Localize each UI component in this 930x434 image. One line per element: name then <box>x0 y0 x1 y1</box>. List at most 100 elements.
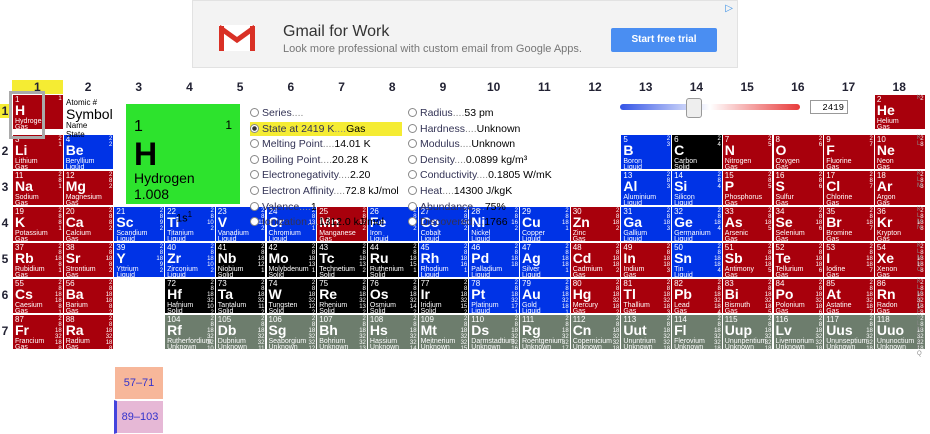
element-i[interactable]: 53 I Iodine Gas 2 8 18 18 7 <box>823 242 875 278</box>
element-zr[interactable]: 40 Zr Zirconium Liquid 2 8 18 10 2 <box>164 242 216 278</box>
property-abundance[interactable]: Abundance....75% <box>408 200 506 214</box>
element-hg[interactable]: 80 Hg Mercury Gas 2 8 18 32 18 2 <box>569 278 622 314</box>
element-be[interactable]: 4 Be Beryllium Liquid 2 2 <box>62 134 115 170</box>
element-lv[interactable]: 116LvLivermoriumUnknown2 8 18 32 32 18 6 <box>772 314 825 350</box>
element-uus[interactable]: 117 Uus Ununseptium Unknown 2 8 18 32 32 18 … <box>823 314 875 350</box>
element-s[interactable]: 16 S Sulfur Gas 2 8 6 <box>772 170 825 206</box>
temperature-slider-handle[interactable] <box>686 98 702 118</box>
element-fl[interactable]: 114FlFleroviumUnknown2 8 18 32 32 18 4 <box>671 314 723 350</box>
group-header-18[interactable]: 18 <box>874 80 925 94</box>
property-radio[interactable] <box>408 170 417 180</box>
property-conductivity[interactable]: Conductivity....0.1805 W/mK <box>408 168 552 182</box>
property-series[interactable]: Series.... <box>250 106 303 120</box>
property-radio[interactable] <box>408 108 417 117</box>
element-cu[interactable]: 29 Cu Copper Liquid 2 8 18 1 <box>519 206 571 242</box>
element-po[interactable]: 84 Po Polonium Gas 2 8 18 32 18 6 <box>772 278 825 314</box>
element-br[interactable]: 35 Br Bromine Gas 2 8 18 7 <box>823 206 875 242</box>
property-state-at-k[interactable]: State at 2419 K....Gas <box>250 121 402 136</box>
element-c[interactable]: 6 C Carbon Solid 2 4 <box>671 134 723 170</box>
element-re[interactable]: 75 Re Rhenium Solid 2 8 18 32 13 2 <box>316 278 368 314</box>
group-header-7[interactable]: 7 <box>316 80 367 94</box>
element-sb[interactable]: 51 Sb Antimony Gas 2 8 18 18 5 <box>721 242 774 278</box>
property-radio[interactable] <box>408 186 417 195</box>
property-radius[interactable]: Radius....53 pm <box>408 106 494 120</box>
element-se[interactable]: 34 Se Selenium Gas 2 8 18 6 <box>772 206 825 242</box>
property-ionization[interactable]: Ionization....1312.0 kJ/mol <box>250 215 384 229</box>
element-hf[interactable]: 72 Hf Hafnium Solid 2 8 18 32 10 2 <box>164 278 216 314</box>
element-uup[interactable]: 115 Uup Ununpentium Unknown 2 8 18 32 32 18 … <box>721 314 774 350</box>
element-os[interactable]: 76 Os Osmium Solid 2 8 18 32 14 2 <box>366 278 419 314</box>
element-na[interactable]: 11 Na Sodium Gas 2 8 1 <box>12 170 64 206</box>
element-rb[interactable]: 37 Rb Rubidium Gas 2 8 18 8 1 <box>12 242 64 278</box>
actinide-series[interactable]: 89–103 <box>114 400 164 434</box>
element-fr[interactable]: 87FrFranciumGas2 8 18 32 18 8 1 <box>12 314 64 350</box>
property-boiling-point[interactable]: Boiling Point....20.28 K <box>250 153 368 167</box>
element-ra[interactable]: 88RaRadiumGas2 8 18 32 18 8 2 <box>62 314 115 350</box>
element-mg[interactable]: 12 Mg Magnesium Gas 2 8 2 <box>62 170 115 206</box>
property-radio[interactable] <box>250 217 259 227</box>
property-radio[interactable] <box>408 139 417 149</box>
element-hs[interactable]: 108HsHassiumUnknown2 8 18 32 32 14 2 <box>366 314 419 350</box>
element-o[interactable]: 8 O Oxygen Gas 2 6 <box>772 134 825 170</box>
adchoices-icon[interactable]: ▷ <box>725 3 733 14</box>
element-al[interactable]: 13 Al Aluminium Liquid 2 8 3 <box>620 170 673 206</box>
group-header-16[interactable]: 16 <box>773 80 824 94</box>
element-uut[interactable]: 113UutUnuntriumUnknown2 8 18 32 32 18 3 <box>620 314 673 350</box>
group-header-17[interactable]: 17 <box>823 80 874 94</box>
property-radio[interactable] <box>408 201 417 211</box>
element-at[interactable]: 85 At Astatine Gas 2 8 18 32 18 7 <box>823 278 875 314</box>
element-cd[interactable]: 48 Cd Cadmium Gas 2 8 18 18 2 <box>569 242 622 278</box>
element-ge[interactable]: 32 Ge Germanium Liquid 2 8 18 4 <box>671 206 723 242</box>
period-header-6[interactable]: 6 <box>0 288 10 302</box>
property-density[interactable]: Density....0.0899 kg/m³ <box>408 153 527 167</box>
element-ir[interactable]: 77 Ir Iridium Solid 2 8 18 32 15 2 <box>417 278 470 314</box>
element-bh[interactable]: 107BhBohriumUnknown2 8 18 32 32 13 2 <box>316 314 368 350</box>
start-free-trial-button[interactable]: Start free trial <box>611 28 717 52</box>
property-electron-affinity[interactable]: Electron Affinity....72.8 kJ/mol <box>250 184 399 198</box>
ad-banner[interactable]: Gmail for Work Look more professional wi… <box>192 0 738 68</box>
group-header-8[interactable]: 8 <box>367 80 418 94</box>
property-electronegativity[interactable]: Electronegativity....2.20 <box>250 168 370 182</box>
element-w[interactable]: 74 W Tungsten Solid 2 8 18 32 12 2 <box>265 278 318 314</box>
element-ds[interactable]: 110 Ds Darmstadtium Unknown 2 8 18 32 32 16 … <box>468 314 520 350</box>
element-au[interactable]: 79 Au Gold Liquid 2 8 18 32 18 1 <box>519 278 571 314</box>
element-sc[interactable]: 21 Sc Scandium Liquid 2 8 9 2 <box>113 206 166 242</box>
property-radio[interactable] <box>250 170 259 180</box>
property-radio[interactable] <box>250 186 259 195</box>
element-zn[interactable]: 30 Zn Zinc Gas 2 8 18 2 <box>569 206 622 242</box>
element-tc[interactable]: 43 Tc Technetium Solid 2 8 18 13 2 <box>316 242 368 278</box>
element-nb[interactable]: 41 Nb Niobium Solid 2 8 18 12 1 <box>214 242 267 278</box>
group-header-9[interactable]: 9 <box>418 80 469 94</box>
group-header-5[interactable]: 5 <box>215 80 266 94</box>
element-pb[interactable]: 82 Pb Lead Gas 2 8 18 32 18 4 <box>671 278 723 314</box>
element-ba[interactable]: 56 Ba Barium Gas 2 8 18 18 8 2 <box>62 278 115 314</box>
property-radio[interactable] <box>250 108 259 117</box>
group-header-6[interactable]: 6 <box>266 80 317 94</box>
property-radio[interactable] <box>250 123 259 133</box>
group-header-4[interactable]: 4 <box>164 80 215 94</box>
element-f[interactable]: 9 F Fluorine Gas 2 7 <box>823 134 875 170</box>
element-ru[interactable]: 44 Ru Ruthenium Solid 2 8 18 15 1 <box>366 242 419 278</box>
property-heat[interactable]: Heat....14300 J/kgK <box>408 184 512 198</box>
property-radio[interactable] <box>408 217 417 227</box>
group-header-14[interactable]: 14 <box>671 80 722 94</box>
lanthanide-series[interactable]: 57–71 <box>114 366 164 400</box>
element-pd[interactable]: 46 Pd Palladium Liquid 2 8 18 18 <box>468 242 520 278</box>
property-valence[interactable]: Valence....1 <box>250 200 317 214</box>
element-rf[interactable]: 104 Rf Rutherfordium Unknown 2 8 18 32 32 10… <box>164 314 216 350</box>
group-header-11[interactable]: 11 <box>519 80 570 94</box>
temperature-input[interactable]: 2419 <box>810 100 848 114</box>
group-header-13[interactable]: 13 <box>620 80 671 94</box>
element-ca[interactable]: 20 Ca Calcium Gas 2 8 8 2 <box>62 206 115 242</box>
period-header-3[interactable]: 3 <box>0 180 10 194</box>
element-as[interactable]: 33 As Arsenic Gas 2 8 18 5 <box>721 206 774 242</box>
property-radio[interactable] <box>250 154 259 164</box>
element-mo[interactable]: 42 Mo Molybdenum Solid 2 8 18 13 1 <box>265 242 318 278</box>
group-header-10[interactable]: 10 <box>468 80 519 94</box>
element-rh[interactable]: 45 Rh Rhodium Liquid 2 8 18 16 1 <box>417 242 470 278</box>
element-n[interactable]: 7 N Nitrogen Gas 2 5 <box>721 134 774 170</box>
property-melting-point[interactable]: Melting Point....14.01 K <box>250 137 371 151</box>
property-radio[interactable] <box>250 201 259 211</box>
element-k[interactable]: 19 K Potassium Gas 2 8 8 1 <box>12 206 64 242</box>
period-header-7[interactable]: 7 <box>0 324 10 338</box>
